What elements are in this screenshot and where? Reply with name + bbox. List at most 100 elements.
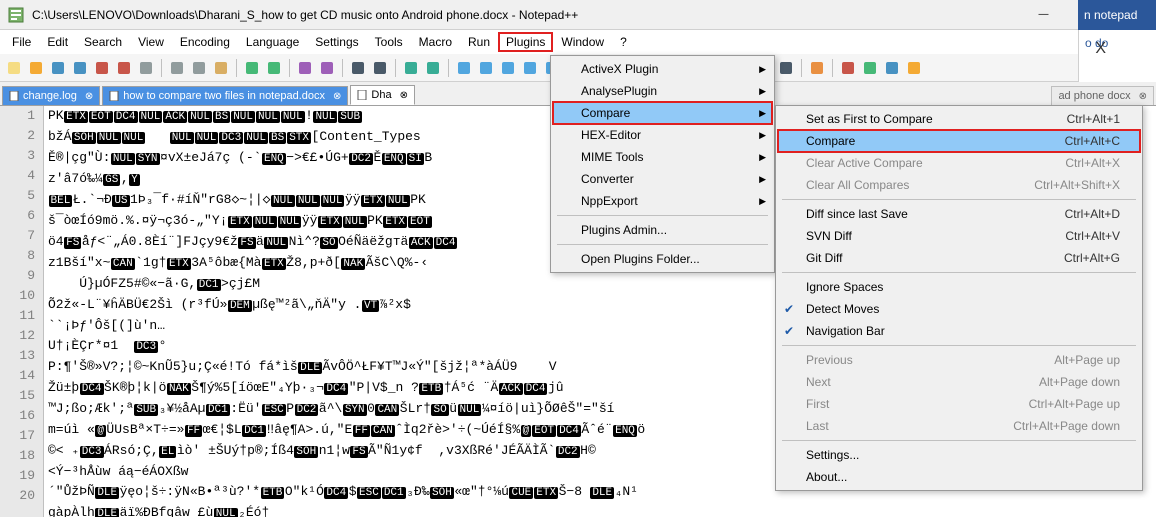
line-number: 4 [0,166,35,186]
menu-tools[interactable]: Tools [367,32,411,52]
line-number: 9 [0,266,35,286]
menu-file[interactable]: File [4,32,39,52]
plugins-menu-item-analyseplugin[interactable]: AnalysePlugin▶ [553,80,772,102]
compare-submenu: Set as First to CompareCtrl+Alt+1Compare… [775,105,1143,491]
pref-icon[interactable] [807,58,827,78]
toolbar-separator [161,59,162,77]
menu-language[interactable]: Language [238,32,307,52]
sync-v-icon[interactable] [401,58,421,78]
fold-icon[interactable] [520,58,540,78]
shortcut-label: Ctrl+Alt+C [1025,134,1120,148]
compare-menu-item-compare[interactable]: CompareCtrl+Alt+C [778,130,1140,152]
copy-icon[interactable] [189,58,209,78]
toolbar-separator [395,59,396,77]
p1-icon[interactable] [838,58,858,78]
compare-menu-item-detect-moves[interactable]: ✔Detect Moves [778,298,1140,320]
save-icon[interactable] [48,58,68,78]
menu-settings[interactable]: Settings [307,32,366,52]
file-icon [9,91,19,101]
wrap-icon[interactable] [454,58,474,78]
menu-run[interactable]: Run [460,32,498,52]
shortcut-label: Alt+Page down [999,375,1120,389]
menu-plugins[interactable]: Plugins [498,32,553,52]
tab-how-to-compare-two-files-in-notepad-docx[interactable]: how to compare two files in notepad.docx… [102,86,348,105]
partial-hidden-tab[interactable]: ad phone docx⊗ [1051,86,1154,105]
p3-icon[interactable] [882,58,902,78]
line-number: 17 [0,426,35,446]
toolbar-separator [289,59,290,77]
compare-menu-item-first: FirstCtrl+Alt+Page up [778,393,1140,415]
replace-icon[interactable] [317,58,337,78]
compare-menu-item-svn-diff[interactable]: SVN DiffCtrl+Alt+V [778,225,1140,247]
close-doc-icon[interactable] [92,58,112,78]
indent-icon[interactable] [498,58,518,78]
file-icon [357,90,367,100]
plugins-menu-item-mime-tools[interactable]: MIME Tools▶ [553,146,772,168]
zoom-in-icon[interactable] [348,58,368,78]
sync-h-icon[interactable] [423,58,443,78]
code-line: gàpÀlhDLEäï%ÐBfqâw £ùNUL₂Éó† [48,503,1156,517]
find-icon[interactable] [295,58,315,78]
compare-menu-item-git-diff[interactable]: Git DiffCtrl+Alt+G [778,247,1140,269]
print-icon[interactable] [136,58,156,78]
compare-menu-item-settings---[interactable]: Settings... [778,444,1140,466]
window-title: C:\Users\LENOVO\Downloads\Dharani_S_how … [32,8,1021,22]
compare-menu-item-next: NextAlt+Page down [778,371,1140,393]
minimize-button[interactable]: — [1021,0,1066,29]
close-all-icon[interactable] [114,58,134,78]
shortcut-label: Alt+Page up [1014,353,1120,367]
line-number: 8 [0,246,35,266]
compare-menu-item-about---[interactable]: About... [778,466,1140,488]
plugins-menu-item-compare[interactable]: Compare▶ [553,102,772,124]
menu-edit[interactable]: Edit [39,32,76,52]
plugins-menu-item-hex-editor[interactable]: HEX-Editor▶ [553,124,772,146]
tab-close-icon[interactable]: ⊗ [400,90,408,101]
p4-icon[interactable] [904,58,924,78]
menu-encoding[interactable]: Encoding [172,32,238,52]
menu-[interactable]: ? [612,32,635,52]
save-all-icon[interactable] [70,58,90,78]
show-all-icon[interactable] [476,58,496,78]
cut-icon[interactable] [167,58,187,78]
undo-icon[interactable] [242,58,262,78]
plugins-menu-item-activex-plugin[interactable]: ActiveX Plugin▶ [553,58,772,80]
plugins-menu-item-plugins-admin---[interactable]: Plugins Admin... [553,219,772,241]
p2-icon[interactable] [860,58,880,78]
line-number: 3 [0,146,35,166]
menu-search[interactable]: Search [76,32,130,52]
compare-menu-item-navigation-bar[interactable]: ✔Navigation Bar [778,320,1140,342]
zoom-out-icon[interactable] [370,58,390,78]
plugins-menu-item-converter[interactable]: Converter▶ [553,168,772,190]
menu-separator [782,440,1136,441]
tab-close-icon[interactable]: ⊗ [333,91,341,102]
menu-view[interactable]: View [130,32,172,52]
open-icon[interactable] [26,58,46,78]
line-number: 7 [0,226,35,246]
redo-icon[interactable] [264,58,284,78]
compare-menu-item-set-as-first-to-compare[interactable]: Set as First to CompareCtrl+Alt+1 [778,108,1140,130]
paste-icon[interactable] [211,58,231,78]
new-icon[interactable] [4,58,24,78]
tab-dha[interactable]: Dha⊗ [350,85,415,105]
toolbar-separator [832,59,833,77]
line-number-gutter: 1234567891011121314151617181920 [0,106,44,517]
compare-menu-item-diff-since-last-save[interactable]: Diff since last SaveCtrl+Alt+D [778,203,1140,225]
stop-icon[interactable] [776,58,796,78]
compare-menu-item-clear-active-compare: Clear Active CompareCtrl+Alt+X [778,152,1140,174]
compare-menu-item-ignore-spaces[interactable]: Ignore Spaces [778,276,1140,298]
secondary-close-button[interactable]: X [1095,40,1106,58]
submenu-arrow-icon: ▶ [759,130,766,141]
plugins-menu-item-nppexport[interactable]: NppExport▶ [553,190,772,212]
tab-close-icon[interactable]: ⊗ [1139,91,1147,102]
tab-close-icon[interactable]: ⊗ [85,91,93,102]
check-icon: ✔ [784,324,794,338]
background-window-body-fragment: o do [1078,30,1156,82]
plugins-menu-item-open-plugins-folder---[interactable]: Open Plugins Folder... [553,248,772,270]
menu-macro[interactable]: Macro [411,32,460,52]
line-number: 5 [0,186,35,206]
check-icon: ✔ [784,302,794,316]
compare-menu-item-clear-all-compares: Clear All ComparesCtrl+Alt+Shift+X [778,174,1140,196]
tab-change-log[interactable]: change.log⊗ [2,86,100,105]
menu-window[interactable]: Window [553,32,612,52]
titlebar: C:\Users\LENOVO\Downloads\Dharani_S_how … [0,0,1156,30]
